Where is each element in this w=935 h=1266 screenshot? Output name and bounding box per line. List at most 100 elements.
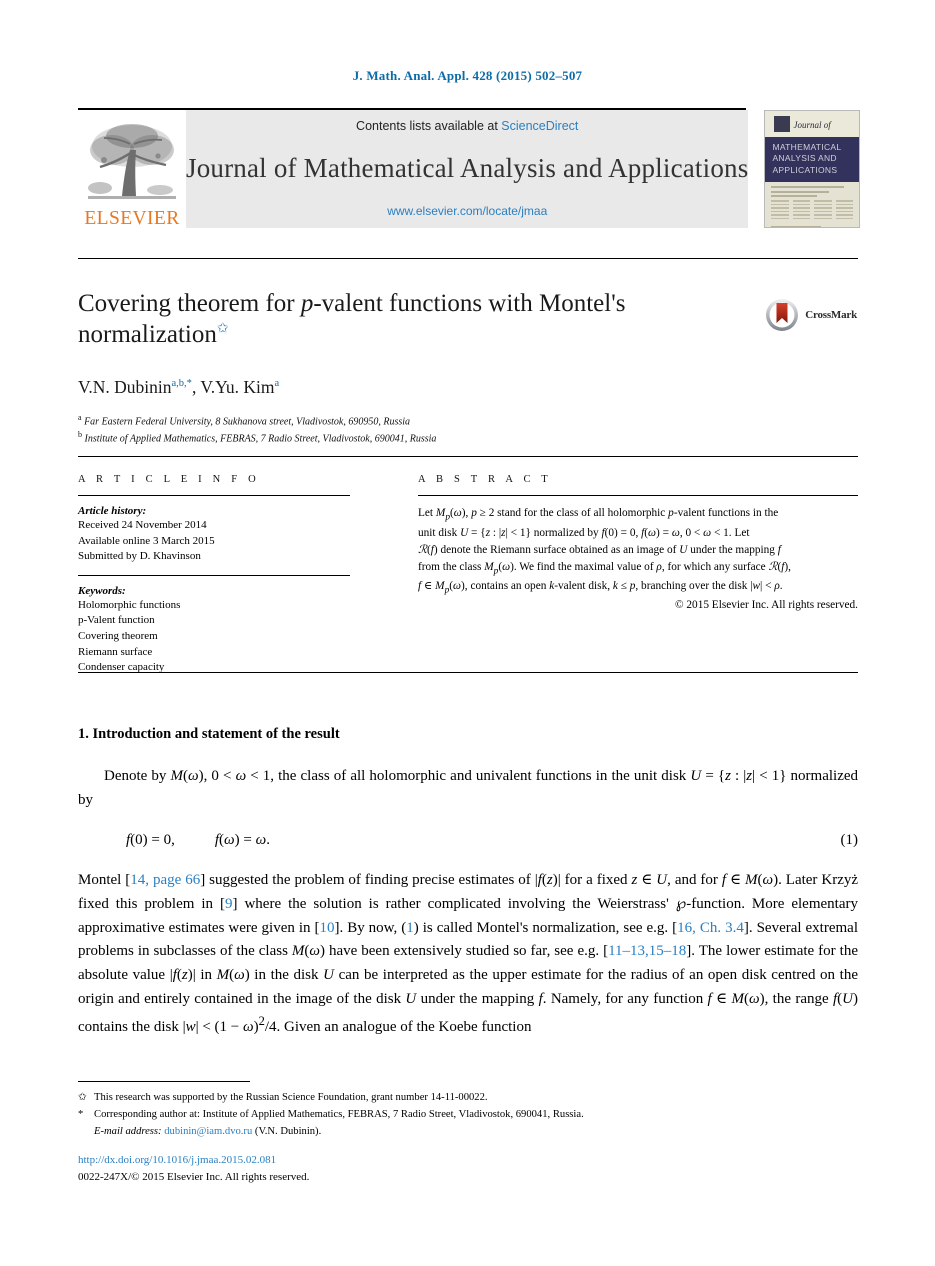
article-info-heading: A R T I C L E I N F O [78, 474, 260, 485]
abstract-copyright: © 2015 Elsevier Inc. All rights reserved… [674, 599, 858, 611]
doi-link[interactable]: http://dx.doi.org/10.1016/j.jmaa.2015.02… [78, 1152, 858, 1169]
sciencedirect-link[interactable]: ScienceDirect [501, 119, 578, 133]
crossmark-badge[interactable]: CrossMark [765, 298, 857, 332]
article-info-rule [78, 495, 350, 496]
title-italic-p: p [300, 290, 314, 317]
history-submitted-by: Submitted by D. Khavinson [78, 550, 201, 563]
keywords-rule [78, 574, 350, 576]
author-list: V.N. Dubinina,b,*, V.Yu. Kima [78, 376, 280, 397]
page-footer: http://dx.doi.org/10.1016/j.jmaa.2015.02… [78, 1152, 858, 1185]
footnote-rule [78, 1081, 250, 1082]
elsevier-logo: ELSEVIER [78, 110, 186, 228]
contents-lists-line: Contents lists available at ScienceDirec… [356, 119, 578, 133]
footnotes: ✩ This research was supported by the Rus… [78, 1089, 858, 1140]
title-line-2: normalization [78, 321, 217, 349]
citation-eq-1[interactable]: 1 [406, 920, 414, 936]
cover-band-line-3: APPLICATIONS [772, 164, 838, 175]
keywords-group: Keywords: Holomorphic functions p-Valent… [78, 585, 350, 676]
article-body: 1. Introduction and statement of the res… [78, 726, 858, 1039]
paper-page: J. Math. Anal. Appl. 428 (2015) 502–507 [0, 0, 935, 1266]
article-history-group: Article history: Received 24 November 20… [78, 505, 350, 565]
history-received: Received 24 November 2014 [78, 519, 207, 531]
abstract-line: ℛ(f) denote the Riemann surface obtained… [418, 543, 781, 556]
affiliations: a Far Eastern Federal University, 8 Sukh… [78, 412, 718, 448]
keyword-item: Condenser capacity [78, 661, 165, 674]
running-head: J. Math. Anal. Appl. 428 (2015) 502–507 [352, 68, 583, 83]
info-section-bottom-rule [78, 672, 858, 673]
citation-9[interactable]: 9 [225, 896, 233, 912]
author-name-1: V.N. Dubinin [78, 376, 172, 397]
footnote-asterisk-mark: * [78, 1109, 84, 1121]
keyword-item: Riemann surface [78, 645, 153, 658]
contents-prefix: Contents lists available at [356, 119, 502, 133]
citation-14[interactable]: 14, page 66 [130, 872, 200, 888]
paragraph-1: Denote by M(ω), 0 < ω < 1, the class of … [78, 768, 859, 808]
cover-elsevier-mark-icon [774, 116, 791, 132]
elsevier-tree-icon [88, 123, 176, 199]
abstract-line: unit disk U = {z : |z| < 1} normalized b… [418, 526, 750, 539]
abstract-line: from the class Mp(ω). We find the maxima… [418, 560, 792, 577]
elsevier-wordmark: ELSEVIER [84, 207, 180, 229]
citation-16[interactable]: 16, Ch. 3.4 [677, 920, 744, 936]
affiliation-a: a Far Eastern Federal University, 8 Sukh… [78, 412, 718, 430]
abstract-heading: A B S T R A C T [418, 474, 552, 485]
article-history-label: Article history: [78, 505, 147, 517]
author-2-affiliation-marks[interactable]: a [274, 378, 279, 389]
footnote-email-line: E-mail address: dubinin@iam.dvo.ru (V.N.… [78, 1123, 858, 1140]
email-address-label: E-mail address: [94, 1126, 162, 1138]
affiliation-a-text: Far Eastern Federal University, 8 Sukhan… [84, 415, 411, 427]
affiliation-b-text: Institute of Applied Mathematics, FEBRAS… [84, 433, 437, 445]
affiliation-a-mark: a [78, 412, 82, 422]
journal-cover-thumbnail: Journal of MATHEMATICAL ANALYSIS AND APP… [764, 110, 861, 228]
author-1-affiliation-marks[interactable]: a,b,* [172, 378, 192, 389]
keyword-item: Covering theorem [78, 630, 158, 643]
journal-title: Journal of Mathematical Analysis and App… [186, 153, 749, 183]
email-owner: (V.N. Dubinin). [254, 1126, 322, 1138]
title-part-1: Covering theorem for [78, 290, 301, 317]
paragraph-2: Montel [14, page 66] suggested the probl… [78, 872, 859, 1035]
author-name-2: V.Yu. Kim [200, 376, 275, 397]
footnote-funding-text: This research was supported by the Russi… [94, 1092, 488, 1103]
keywords-label: Keywords: [78, 584, 126, 597]
footnote-corresponding-author: * Corresponding author at: Institute of … [78, 1106, 858, 1123]
equation-1: f(0) = 0, f(ω) = ω. (1) [78, 832, 858, 849]
abstract-body: Let Mp(ω), p ≥ 2 stand for the class of … [418, 505, 858, 598]
section-heading-1: 1. Introduction and statement of the res… [78, 726, 340, 742]
equation-1-body: f(0) = 0, f(ω) = ω. [126, 832, 270, 849]
citation-10[interactable]: 10 [319, 920, 334, 936]
info-abstract-columns: A R T I C L E I N F O Article history: R… [78, 474, 858, 686]
abstract-line: Let Mp(ω), p ≥ 2 stand for the class of … [418, 507, 779, 523]
issn-copyright-line: 0022-247X/© 2015 Elsevier Inc. All right… [78, 1170, 310, 1183]
crossmark-label: CrossMark [805, 309, 857, 321]
footnote-corresponding-text: Corresponding author at: Institute of Ap… [94, 1109, 584, 1121]
abstract-rule [418, 495, 858, 496]
affiliation-b: b Institute of Applied Mathematics, FEBR… [78, 429, 718, 447]
cover-band-line-2: ANALYSIS AND [772, 153, 837, 164]
equation-1-number: (1) [840, 832, 859, 849]
crossmark-logo-icon[interactable] [765, 298, 799, 332]
abstract-line: f ∈ Mp(ω), contains an open k-valent dis… [418, 580, 783, 596]
footnote-funding: ✩ This research was supported by the Rus… [78, 1089, 858, 1106]
citation-11-18[interactable]: 11–13,15–18 [608, 943, 686, 959]
keyword-item: Holomorphic functions [78, 598, 181, 611]
cover-band-line-1: MATHEMATICAL [772, 142, 842, 152]
keyword-item: p-Valent function [78, 614, 155, 627]
title-block: Covering theorem for p-valent functions … [78, 288, 718, 447]
masthead-center-panel: Contents lists available at ScienceDirec… [186, 110, 749, 228]
cover-title-band: MATHEMATICAL ANALYSIS AND APPLICATIONS [765, 137, 860, 183]
abstract-column: A B S T R A C T Let Mp(ω), p ≥ 2 stand f… [350, 474, 858, 686]
cover-header: Journal of [765, 111, 860, 137]
title-part-2: -valent functions with Montel's [313, 290, 626, 317]
affiliation-b-mark: b [78, 430, 82, 440]
info-section-top-rule [78, 456, 858, 457]
title-footnote-star-icon[interactable]: ✩ [217, 322, 229, 337]
title-top-rule [78, 258, 858, 259]
cover-contents-block [765, 182, 859, 227]
history-available-online: Available online 3 March 2015 [78, 534, 215, 547]
email-link[interactable]: dubinin@iam.dvo.ru [164, 1126, 252, 1137]
page-title: Covering theorem for p-valent functions … [78, 288, 718, 351]
footnote-star-mark: ✩ [78, 1092, 87, 1103]
cover-script-word: Journal of [793, 120, 831, 130]
journal-homepage-link[interactable]: www.elsevier.com/locate/jmaa [387, 204, 547, 218]
journal-masthead: ELSEVIER Contents lists available at Sci… [78, 108, 861, 228]
